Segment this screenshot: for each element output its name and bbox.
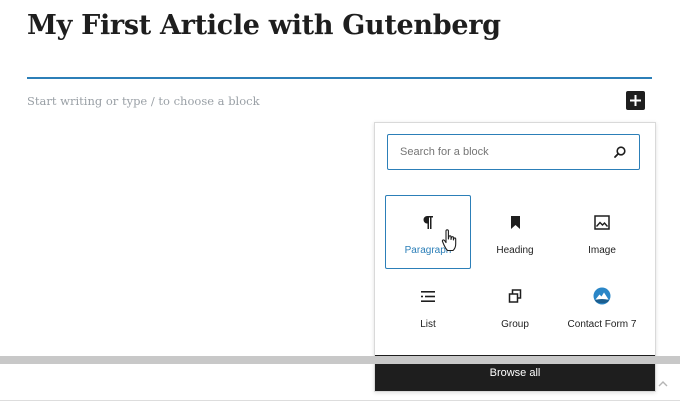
hand-cursor-icon [441, 229, 457, 252]
block-contact-form-7[interactable]: Contact Form 7 [559, 269, 645, 343]
block-label: Group [501, 319, 529, 330]
block-search-input[interactable] [388, 135, 608, 169]
block-label: Contact Form 7 [567, 319, 637, 330]
block-label: Image [588, 245, 616, 256]
block-inserter-toggle-button[interactable] [626, 91, 645, 110]
contact-form-7-icon [560, 287, 644, 305]
block-image[interactable]: Image [559, 195, 645, 269]
footer-divider [0, 400, 680, 401]
paragraph-placeholder[interactable]: Start writing or type / to choose a bloc… [27, 94, 260, 108]
search-icon[interactable] [613, 145, 627, 159]
image-icon [560, 213, 644, 231]
search-box [387, 134, 640, 170]
block-inserter-popover: Paragraph Heading Image List [374, 122, 656, 392]
post-title[interactable]: My First Article with Gutenberg [27, 10, 501, 41]
group-icon [473, 287, 557, 305]
block-list[interactable]: List [385, 269, 471, 343]
block-group[interactable]: Group [472, 269, 558, 343]
content-divider-band [0, 356, 680, 364]
list-icon [386, 287, 470, 305]
block-heading[interactable]: Heading [472, 195, 558, 269]
bookmark-icon [473, 213, 557, 231]
block-label: List [420, 319, 436, 330]
plus-icon [630, 95, 641, 106]
title-divider [27, 77, 652, 79]
chevron-up-icon[interactable] [656, 376, 670, 390]
block-label: Heading [496, 245, 534, 256]
